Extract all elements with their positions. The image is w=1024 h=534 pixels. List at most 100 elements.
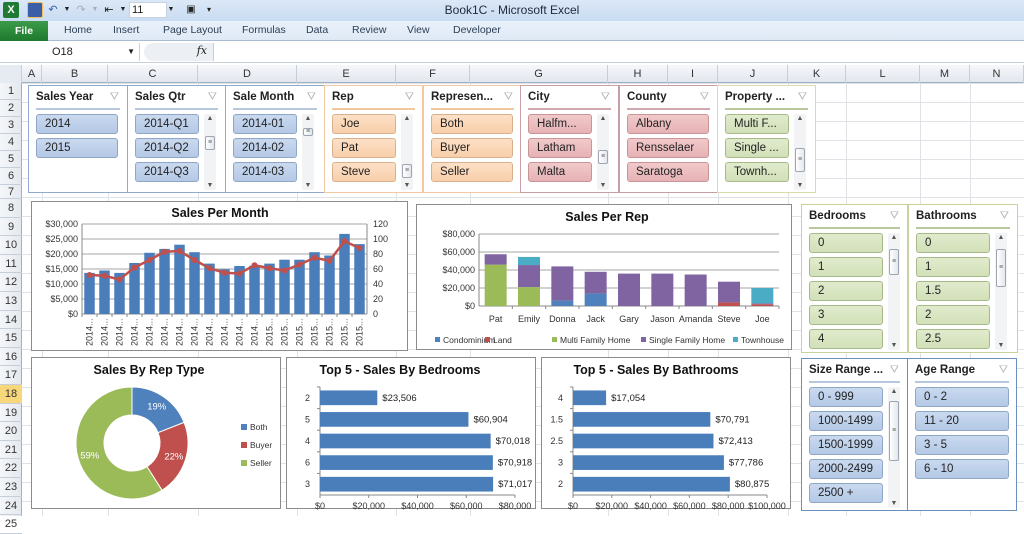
column-header-a[interactable]: A — [22, 65, 42, 83]
slicer-item[interactable]: 0 — [916, 233, 990, 253]
tab-developer[interactable]: Developer — [453, 24, 501, 36]
clear-filter-icon[interactable]: ⛛ — [208, 91, 217, 104]
name-box[interactable]: O18 ▼ — [0, 43, 140, 61]
tab-formulas[interactable]: Formulas — [242, 24, 286, 36]
slicer-item[interactable]: 2 — [809, 281, 883, 301]
slicer-item[interactable]: Rensselaer — [627, 138, 709, 158]
chart-top5-bathrooms[interactable]: Top 5 - Sales By Bathrooms $0 $20,000 $40,… — [541, 357, 791, 510]
tab-review[interactable]: Review — [352, 24, 386, 36]
scroll-up-icon[interactable]: ▲ — [401, 115, 413, 122]
row-header-8[interactable]: 8 — [0, 199, 22, 218]
slicer-item[interactable]: 1 — [809, 257, 883, 277]
clear-filter-icon[interactable]: ⛛ — [890, 364, 899, 377]
scroll-thumb[interactable]: ≡ — [996, 249, 1006, 287]
row-header-2[interactable]: 2 — [0, 100, 22, 117]
formula-input[interactable] — [216, 43, 1024, 61]
slicer-item[interactable]: 2500 + — [809, 483, 883, 503]
scroll-up-icon[interactable]: ▲ — [888, 234, 900, 241]
clear-filter-icon[interactable]: ⛛ — [504, 91, 513, 104]
column-header-f[interactable]: F — [396, 65, 470, 83]
scroll-down-icon[interactable]: ▼ — [794, 182, 806, 189]
slicer-scrollbar[interactable]: ▲ ≡ ▼ — [995, 233, 1007, 350]
select-all-corner[interactable] — [0, 65, 22, 83]
row-header-17[interactable]: 17 — [0, 366, 22, 385]
slicer-item[interactable]: 2000-2499 — [809, 459, 883, 479]
column-header-l[interactable]: L — [846, 65, 920, 83]
tab-view[interactable]: View — [407, 24, 430, 36]
clear-filter-icon[interactable]: ⛛ — [1000, 210, 1009, 223]
tab-home[interactable]: Home — [64, 24, 92, 36]
column-header-n[interactable]: N — [970, 65, 1024, 83]
row-header-22[interactable]: 22 — [0, 459, 22, 478]
slicer-scrollbar[interactable]: ▲ ≡ ▼ — [401, 114, 413, 190]
row-header-6[interactable]: 6 — [0, 168, 22, 185]
row-header-20[interactable]: 20 — [0, 422, 22, 441]
tab-file[interactable]: File — [0, 21, 48, 41]
slicer-item[interactable]: Joe — [332, 114, 396, 134]
row-header-18[interactable]: 18 — [0, 385, 22, 404]
clear-filter-icon[interactable]: ⛛ — [405, 91, 414, 104]
slicer-item[interactable]: 2014-Q2 — [135, 138, 199, 158]
column-header-g[interactable]: G — [470, 65, 608, 83]
slicer-item[interactable]: Townh... — [725, 162, 789, 182]
chart-sales-by-rep-type[interactable]: Sales By Rep Type 19% 22% 59% Both Buyer Sell… — [31, 357, 281, 509]
column-header-m[interactable]: M — [920, 65, 970, 83]
slicer-item[interactable]: 6 - 10 — [915, 459, 1009, 479]
slicer-scrollbar[interactable]: ▲ ≡ ▼ — [302, 114, 314, 190]
scroll-up-icon[interactable]: ▲ — [597, 115, 609, 122]
scroll-up-icon[interactable]: ▲ — [204, 115, 216, 122]
slicer-item[interactable]: Both — [431, 114, 513, 134]
slicer-scrollbar[interactable]: ▲ ≡ ▼ — [204, 114, 216, 190]
row-header-15[interactable]: 15 — [0, 329, 22, 348]
clear-filter-icon[interactable]: ⛛ — [307, 91, 316, 104]
column-header-e[interactable]: E — [297, 65, 396, 83]
slicer-item[interactable]: Buyer — [431, 138, 513, 158]
slicer-scrollbar[interactable]: ▲ ≡ ▼ — [888, 387, 900, 508]
row-header-23[interactable]: 23 — [0, 478, 22, 497]
row-header-13[interactable]: 13 — [0, 292, 22, 311]
row-header-9[interactable]: 9 — [0, 218, 22, 237]
clear-filter-icon[interactable]: ⛛ — [601, 91, 610, 104]
slicer-item[interactable]: 2014 — [36, 114, 118, 134]
slicer-item[interactable]: 1.5 — [916, 281, 990, 301]
row-header-21[interactable]: 21 — [0, 441, 22, 460]
slicer-scrollbar[interactable]: ▲ ≡ ▼ — [794, 114, 806, 190]
column-header-b[interactable]: B — [42, 65, 108, 83]
slicer-scrollbar[interactable]: ▲ ≡ ▼ — [888, 233, 900, 350]
slicer-item[interactable]: Halfm... — [528, 114, 592, 134]
scroll-down-icon[interactable]: ▼ — [995, 342, 1007, 349]
slicer-item[interactable]: 0 - 999 — [809, 387, 883, 407]
slicer-item[interactable]: 2014-Q1 — [135, 114, 199, 134]
tab-page-layout[interactable]: Page Layout — [163, 24, 222, 36]
scroll-up-icon[interactable]: ▲ — [302, 115, 314, 122]
column-header-c[interactable]: C — [108, 65, 198, 83]
scroll-down-icon[interactable]: ▼ — [597, 182, 609, 189]
name-box-dropdown-icon[interactable]: ▼ — [127, 43, 135, 61]
slicer-item[interactable]: 3 - 5 — [915, 435, 1009, 455]
row-header-14[interactable]: 14 — [0, 311, 22, 330]
slicer-item[interactable]: Saratoga — [627, 162, 709, 182]
row-header-11[interactable]: 11 — [0, 255, 22, 274]
clear-filter-icon[interactable]: ⛛ — [700, 91, 709, 104]
insert-function-icon[interactable]: fx — [197, 44, 207, 57]
slicer-item[interactable]: 2014-Q3 — [135, 162, 199, 182]
scroll-up-icon[interactable]: ▲ — [995, 234, 1007, 241]
scroll-thumb[interactable]: ≡ — [402, 164, 412, 178]
slicer-item[interactable]: Latham — [528, 138, 592, 158]
slicer-item[interactable]: Pat — [332, 138, 396, 158]
scroll-thumb[interactable]: ≡ — [303, 128, 313, 136]
slicer-item[interactable]: Single ... — [725, 138, 789, 158]
slicer-scrollbar[interactable]: ▲ ≡ ▼ — [597, 114, 609, 190]
column-header-h[interactable]: H — [608, 65, 668, 83]
scroll-down-icon[interactable]: ▼ — [302, 182, 314, 189]
slicer-item[interactable]: 1500-1999 — [809, 435, 883, 455]
row-header-24[interactable]: 24 — [0, 497, 22, 516]
slicer-item[interactable]: 2 — [916, 305, 990, 325]
scroll-down-icon[interactable]: ▼ — [888, 342, 900, 349]
chart-top5-bedrooms[interactable]: Top 5 - Sales By Bedrooms $0 $20,000 $40,0… — [286, 357, 536, 510]
scroll-thumb[interactable]: ≡ — [889, 401, 899, 461]
column-header-k[interactable]: K — [788, 65, 846, 83]
scroll-down-icon[interactable]: ▼ — [888, 500, 900, 507]
row-header-7[interactable]: 7 — [0, 185, 22, 199]
slicer-item[interactable]: Malta — [528, 162, 592, 182]
